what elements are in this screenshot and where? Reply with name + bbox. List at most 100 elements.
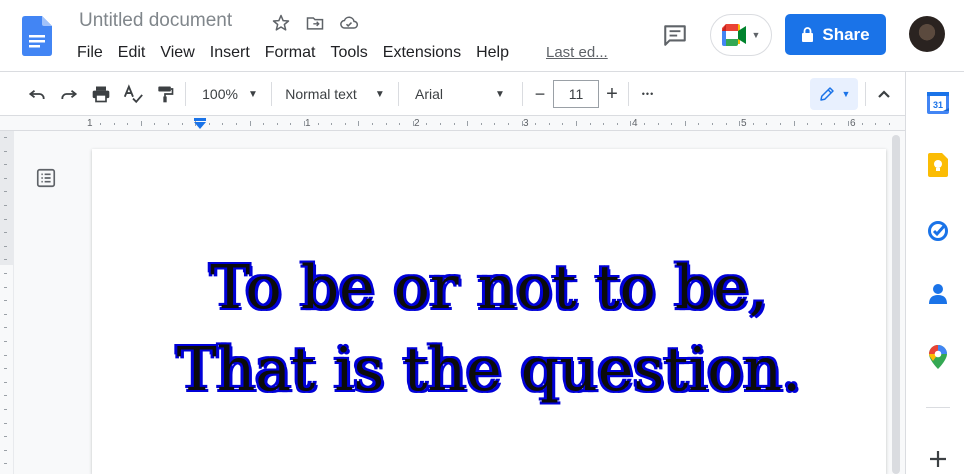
decrease-font-size-button[interactable]: − xyxy=(528,72,552,116)
quote-line-2: That is the question. xyxy=(176,335,802,405)
ruler-tick xyxy=(4,177,7,179)
ruler-tick xyxy=(290,123,292,125)
increase-font-size-button[interactable]: + xyxy=(600,72,624,116)
menu-insert[interactable]: Insert xyxy=(210,43,257,63)
ruler-tick xyxy=(140,121,142,126)
ruler-tick xyxy=(236,123,237,125)
ruler-tick xyxy=(358,121,360,126)
ruler-tick xyxy=(535,123,537,125)
redo-icon[interactable] xyxy=(56,72,82,116)
ruler-tick xyxy=(684,121,686,126)
pencil-icon xyxy=(819,87,834,101)
maps-icon[interactable] xyxy=(926,345,950,369)
add-addon-icon[interactable] xyxy=(926,447,950,471)
contacts-icon[interactable] xyxy=(926,282,950,306)
move-to-folder-icon[interactable] xyxy=(304,12,326,34)
ruler-tick xyxy=(4,218,7,220)
ruler-number: 4 xyxy=(632,118,638,129)
menu-file[interactable]: File xyxy=(77,43,110,63)
ruler-tick xyxy=(4,368,7,370)
cloud-status-icon[interactable] xyxy=(338,12,360,34)
font-size-input[interactable]: 11 xyxy=(553,80,599,108)
scrollbar-thumb[interactable] xyxy=(892,135,900,474)
menu-edit[interactable]: Edit xyxy=(118,43,153,63)
document-page[interactable]: To be or not to be, That is the question… xyxy=(92,149,886,474)
ruler-tick xyxy=(467,121,469,126)
ruler-tick xyxy=(712,123,713,125)
chevron-down-icon: ▼ xyxy=(495,88,505,100)
side-panel-divider xyxy=(926,407,950,408)
ruler-tick xyxy=(508,123,509,125)
font-family-select[interactable]: Arial ▼ xyxy=(410,72,518,116)
horizontal-ruler[interactable]: 1 1 2 3 4 5 6 xyxy=(0,117,905,131)
paragraph-style-select[interactable]: Normal text ▼ xyxy=(280,72,390,116)
ruler-tick xyxy=(603,123,605,125)
google-meet-icon xyxy=(721,24,746,46)
calendar-icon[interactable]: 31 xyxy=(926,91,950,115)
ruler-tick xyxy=(725,123,727,125)
ruler-tick xyxy=(208,123,210,125)
paint-format-icon[interactable] xyxy=(152,72,178,116)
ruler-tick xyxy=(344,123,346,125)
more-options-icon[interactable]: ••• xyxy=(636,72,660,116)
ruler-tick xyxy=(644,123,645,125)
document-title[interactable]: Untitled document xyxy=(79,10,232,32)
zoom-value: 100% xyxy=(202,86,238,102)
zoom-select[interactable]: 100% ▼ xyxy=(196,72,264,116)
menu-format[interactable]: Format xyxy=(265,43,323,63)
ruler-tick xyxy=(4,150,7,152)
ruler-tick xyxy=(576,121,577,126)
spellcheck-icon[interactable] xyxy=(120,72,146,116)
ruler-tick xyxy=(4,381,7,383)
editing-mode-button[interactable]: ▼ xyxy=(810,78,858,110)
toolbar-divider xyxy=(398,82,399,106)
ruler-tick xyxy=(780,123,781,125)
last-edit-link[interactable]: Last ed... xyxy=(546,44,608,61)
ruler-tick xyxy=(276,123,278,125)
menu-tools[interactable]: Tools xyxy=(330,43,374,63)
hide-menus-icon[interactable] xyxy=(872,72,896,116)
docs-logo-icon[interactable] xyxy=(22,16,52,56)
ruler-tick xyxy=(861,123,863,125)
ruler-tick xyxy=(480,123,482,125)
ruler-tick xyxy=(4,354,7,356)
ruler-tick xyxy=(100,123,101,125)
ruler-tick xyxy=(671,123,673,125)
ruler-tick xyxy=(4,409,7,410)
ruler-tick xyxy=(657,123,659,125)
star-icon[interactable] xyxy=(270,12,292,34)
meet-button[interactable]: ▼ xyxy=(710,14,772,56)
style-value: Normal text xyxy=(285,86,357,102)
ruler-tick xyxy=(494,123,496,125)
undo-icon[interactable] xyxy=(24,72,50,116)
ruler-number: 6 xyxy=(850,118,856,129)
ruler-tick xyxy=(589,123,591,125)
share-button[interactable]: Share xyxy=(785,14,886,55)
toolbar-divider xyxy=(271,82,272,106)
ruler-tick xyxy=(888,123,890,125)
quote-line-1: To be or not to be, xyxy=(210,253,768,323)
menu-extensions[interactable]: Extensions xyxy=(383,43,468,63)
indent-marker-icon[interactable] xyxy=(194,118,206,129)
print-icon[interactable] xyxy=(88,72,114,116)
ruler-number: 1 xyxy=(87,118,93,129)
menu-view[interactable]: View xyxy=(160,43,201,63)
comments-icon[interactable] xyxy=(660,20,690,50)
document-outline-icon[interactable] xyxy=(34,166,58,190)
chevron-down-icon: ▼ xyxy=(841,89,851,99)
vertical-ruler[interactable] xyxy=(0,131,14,474)
keep-icon[interactable] xyxy=(926,153,950,177)
vertical-scrollbar[interactable] xyxy=(890,131,902,474)
menu-help[interactable]: Help xyxy=(476,43,516,63)
tasks-icon[interactable] xyxy=(926,219,950,243)
ruler-tick xyxy=(766,123,768,125)
ruler-tick xyxy=(4,137,7,138)
ruler-tick xyxy=(4,341,7,342)
ruler-tick xyxy=(4,205,7,206)
ruler-tick xyxy=(820,123,822,125)
chevron-down-icon: ▼ xyxy=(247,88,258,100)
ruler-tick xyxy=(385,123,387,125)
avatar[interactable] xyxy=(909,16,945,52)
ruler-tick xyxy=(168,123,169,125)
ruler-tick xyxy=(4,245,7,247)
